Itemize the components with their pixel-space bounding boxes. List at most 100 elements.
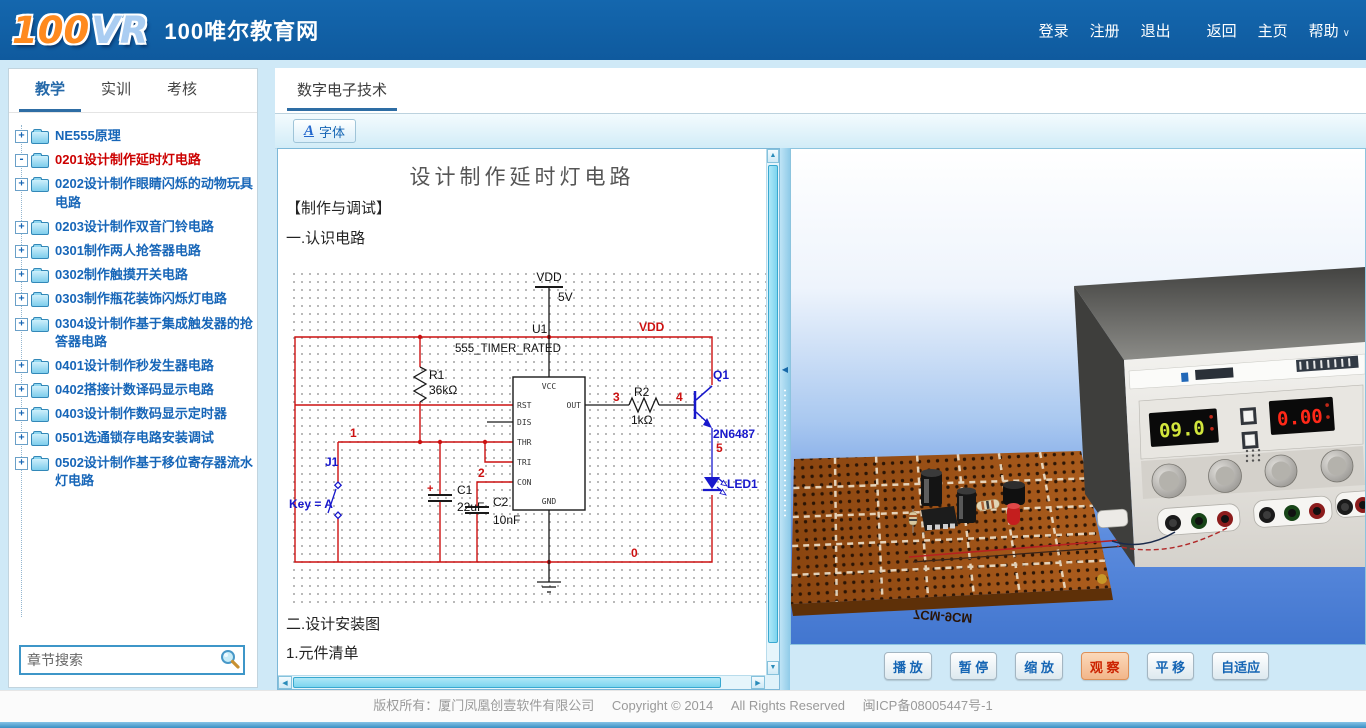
c1-ref: C1 <box>457 483 473 497</box>
expand-icon[interactable]: + <box>15 408 28 421</box>
u1-ref: U1 <box>532 322 548 336</box>
doc-horizontal-scrollbar[interactable]: ◀ ▶ <box>278 675 765 689</box>
pin-thr: THR <box>517 438 532 447</box>
r2-value: 1kΩ <box>631 413 653 427</box>
tree-item-0201[interactable]: -0201设计制作延时灯电路 <box>15 151 253 169</box>
expand-icon[interactable]: + <box>15 432 28 445</box>
top-nav: 登录 注册 退出 返回 主页 帮助∨ <box>1018 0 1350 60</box>
observe-button[interactable]: 观 察 <box>1081 652 1129 680</box>
document-title: 设计制作延时灯电路 <box>278 161 766 191</box>
scroll-up-button[interactable]: ▲ <box>767 149 779 163</box>
psu-current-display: 0.00 <box>1269 397 1335 435</box>
section-heading: 【制作与调试】 <box>286 197 391 218</box>
nav-home[interactable]: 主页 <box>1258 20 1288 41</box>
folder-icon <box>31 361 49 374</box>
collapse-icon[interactable]: - <box>15 154 28 167</box>
expand-icon[interactable]: + <box>15 293 28 306</box>
tree-item-0301[interactable]: +0301制作两人抢答器电路 <box>15 242 253 260</box>
tab-assessment[interactable]: 考核 <box>151 69 213 112</box>
search-icon <box>219 648 241 670</box>
site-logo: 100 VR <box>0 9 148 52</box>
expand-icon[interactable]: + <box>15 245 28 258</box>
circuit-diagram: VDD 5V U1 555_TIMER_RATED R1 36kΩ R2 1kΩ… <box>287 267 767 607</box>
viewer-controls: 播 放 暂 停 缩 放 观 察 平 移 自适应 <box>790 645 1366 690</box>
net-5-label: 5 <box>716 441 723 455</box>
pause-button[interactable]: 暂 停 <box>950 652 998 680</box>
u1-name: 555_TIMER_RATED <box>455 343 561 355</box>
tree-item-0304[interactable]: +0304设计制作基于集成触发器的抢答器电路 <box>15 315 253 351</box>
expand-icon[interactable]: + <box>15 318 28 331</box>
folder-icon <box>31 131 49 144</box>
expand-icon[interactable]: + <box>15 457 28 470</box>
tree-item-0403[interactable]: +0403设计制作数码显示定时器 <box>15 405 253 423</box>
auto-fit-button[interactable]: 自适应 <box>1212 652 1269 680</box>
logo-vr-icon: VR <box>91 9 148 52</box>
nav-help[interactable]: 帮助∨ <box>1309 20 1350 41</box>
tree-item-0502[interactable]: +0502设计制作基于移位寄存器流水灯电路 <box>15 454 253 490</box>
svg-text:09.0: 09.0 <box>1158 417 1205 442</box>
tree-item-0202[interactable]: +0202设计制作眼睛闪烁的动物玩具电路 <box>15 175 253 211</box>
net-4-label: 4 <box>676 390 683 404</box>
folder-icon <box>31 179 49 192</box>
horizontal-scroll-thumb[interactable] <box>293 677 721 688</box>
folder-icon <box>31 433 49 446</box>
tree-item-0401[interactable]: +0401设计制作秒发生器电路 <box>15 357 253 375</box>
tab-digital-electronics[interactable]: 数字电子技术 <box>287 68 397 111</box>
net-0-label: 0 <box>631 546 638 560</box>
nav-logout[interactable]: 退出 <box>1141 20 1171 41</box>
content-toolbar: A 字体 <box>275 114 1366 149</box>
tab-teaching[interactable]: 教学 <box>19 69 81 112</box>
nav-back[interactable]: 返回 <box>1207 20 1237 41</box>
expand-icon[interactable]: + <box>15 130 28 143</box>
content-tabbar: 数字电子技术 <box>275 68 1366 114</box>
copyright-en: Copyright © 2014 <box>612 698 713 713</box>
chapter-tree: +NE555原理 -0201设计制作延时灯电路 +0202设计制作眼睛闪烁的动物… <box>9 113 257 627</box>
play-button[interactable]: 播 放 <box>884 652 932 680</box>
tree-item-ne555[interactable]: +NE555原理 <box>15 127 253 145</box>
net-1-label: 1 <box>350 426 357 440</box>
copyright-cn: 版权所有：厦门凤凰创壹软件有限公司 <box>373 698 594 713</box>
font-button[interactable]: A 字体 <box>293 119 356 143</box>
pan-button[interactable]: 平 移 <box>1147 652 1195 680</box>
simulation-3d-viewport[interactable]: 7CM-9CM <box>790 148 1366 645</box>
breadboard: 7CM-9CM <box>791 451 1126 626</box>
circuit-wires-net <box>295 337 712 562</box>
expand-icon[interactable]: + <box>15 221 28 234</box>
tree-item-0302[interactable]: +0302制作触摸开关电路 <box>15 266 253 284</box>
chapter-search <box>19 645 245 675</box>
tree-item-0402[interactable]: +0402搭接计数译码显示电路 <box>15 381 253 399</box>
expand-icon[interactable]: + <box>15 360 28 373</box>
folder-icon <box>31 319 49 332</box>
lesson-document-panel[interactable]: 设计制作延时灯电路 【制作与调试】 一.认识电路 <box>277 148 780 690</box>
tree-item-0303[interactable]: +0303制作瓶花装饰闪烁灯电路 <box>15 290 253 308</box>
rights-reserved: All Rights Reserved <box>731 698 845 713</box>
footer-accent-bar <box>0 722 1366 728</box>
splitter-collapse-button[interactable]: ◀ <box>780 362 790 378</box>
expand-icon[interactable]: + <box>15 384 28 397</box>
c1-polarity: + <box>427 483 433 495</box>
scroll-right-button[interactable]: ▶ <box>751 676 765 689</box>
site-title: 100唯尔教育网 <box>164 14 319 46</box>
expand-icon[interactable]: + <box>15 269 28 282</box>
vdd-power-value: 5V <box>558 290 573 304</box>
c2-value: 10nF <box>493 513 520 527</box>
tree-item-0501[interactable]: +0501选通锁存电路安装调试 <box>15 429 253 447</box>
panel-splitter[interactable]: ◀ <box>780 148 790 690</box>
doc-vertical-scrollbar[interactable]: ▲ ▼ <box>766 149 779 675</box>
tab-practice[interactable]: 实训 <box>85 69 147 112</box>
step-1-heading: 一.认识电路 <box>286 227 365 248</box>
folder-icon <box>31 409 49 422</box>
search-input[interactable] <box>21 652 217 668</box>
scroll-down-button[interactable]: ▼ <box>767 661 779 675</box>
pin-tri: TRI <box>517 458 532 467</box>
nav-register[interactable]: 注册 <box>1090 20 1120 41</box>
vertical-scroll-thumb[interactable] <box>768 165 778 643</box>
expand-icon[interactable]: + <box>15 178 28 191</box>
search-button[interactable] <box>217 648 243 672</box>
nav-login[interactable]: 登录 <box>1039 20 1069 41</box>
scroll-left-button[interactable]: ◀ <box>278 676 292 689</box>
tree-item-0203[interactable]: +0203设计制作双音门铃电路 <box>15 218 253 236</box>
sidebar-tabs: 教学 实训 考核 <box>9 69 257 113</box>
splitter-grip <box>783 388 787 518</box>
zoom-button[interactable]: 缩 放 <box>1015 652 1063 680</box>
